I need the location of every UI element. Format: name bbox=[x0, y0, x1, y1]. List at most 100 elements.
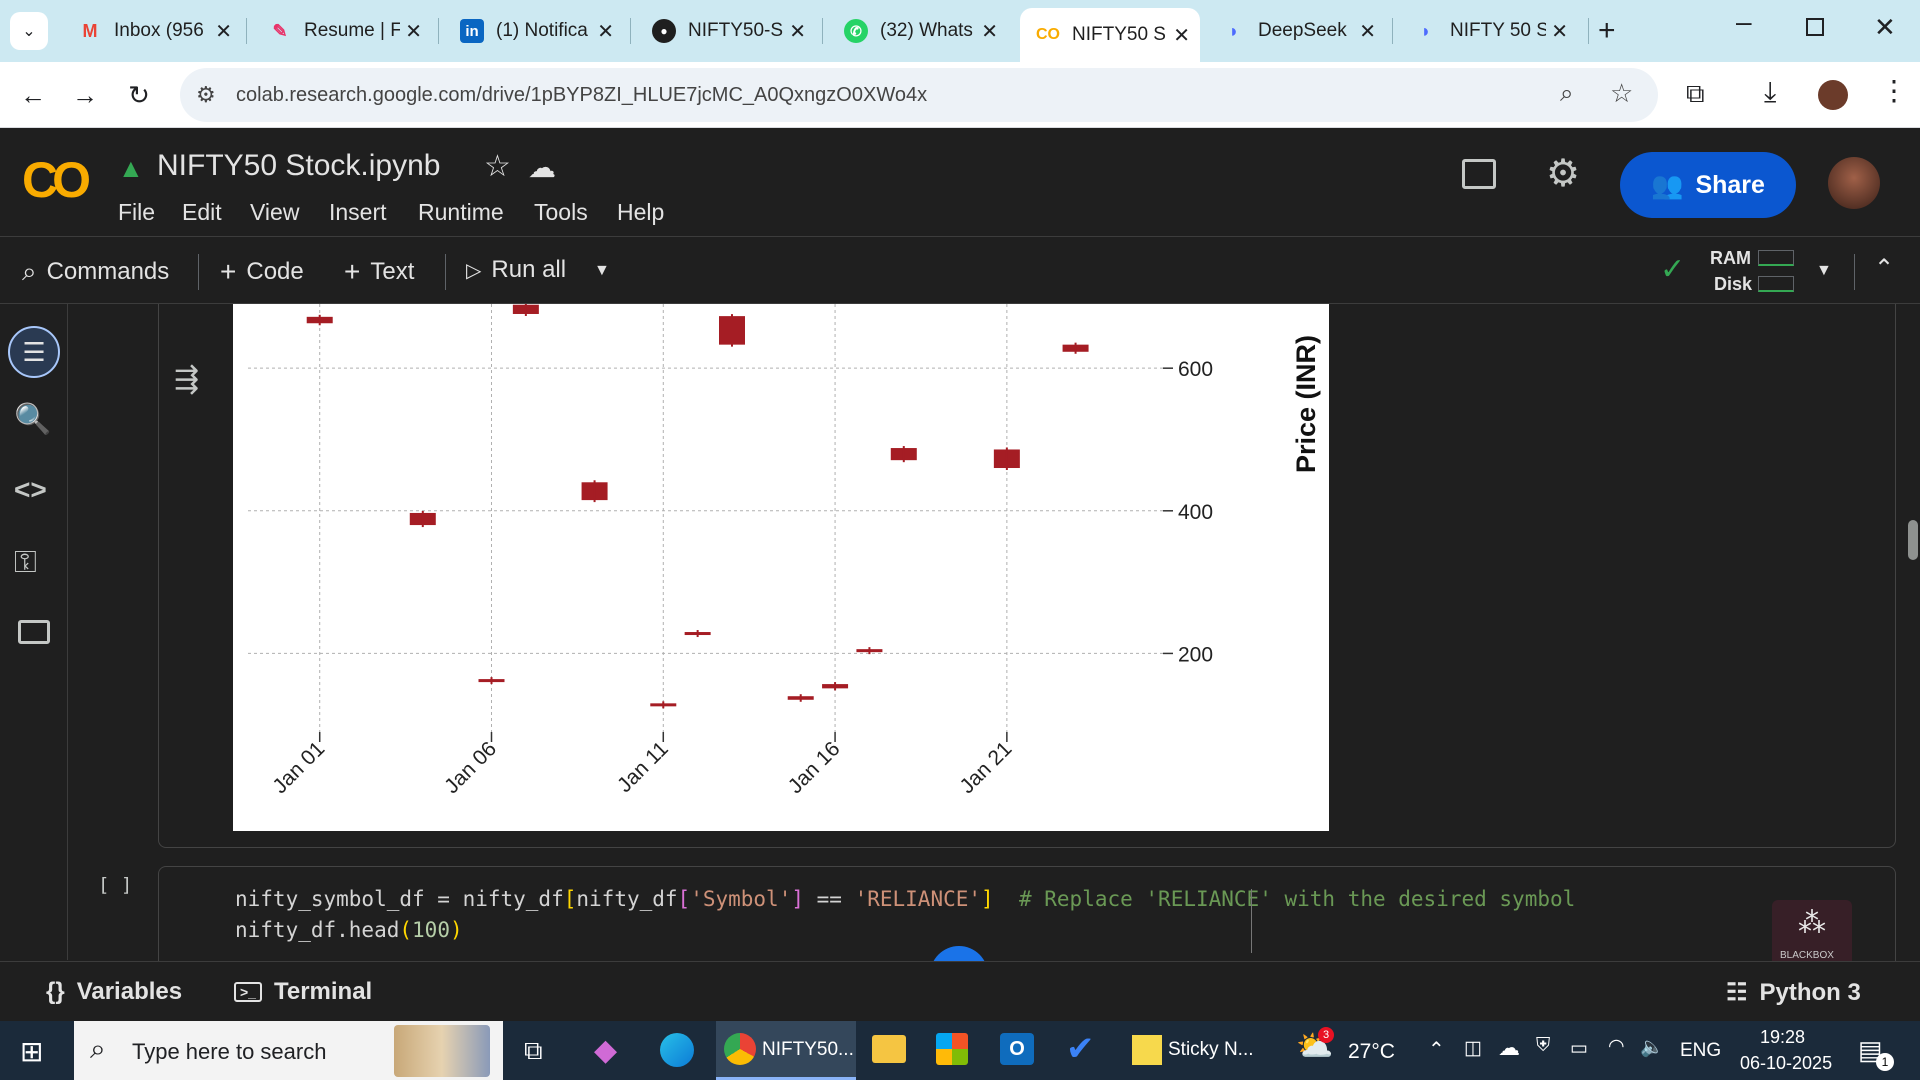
add-text-button[interactable]: + Text bbox=[344, 256, 414, 288]
output-actions-icon[interactable]: ⇶ bbox=[174, 362, 199, 397]
menu-help[interactable]: Help bbox=[617, 199, 664, 226]
menu-edit[interactable]: Edit bbox=[182, 199, 222, 226]
site-settings-icon[interactable]: ⚙ bbox=[196, 82, 216, 108]
terminal-button[interactable]: >_ Terminal bbox=[234, 978, 372, 1006]
settings-gear-icon[interactable]: ⚙ bbox=[1546, 151, 1580, 196]
close-icon[interactable]: ✕ bbox=[1551, 19, 1568, 44]
microsoft-store-icon[interactable] bbox=[936, 1033, 968, 1065]
security-icon[interactable]: ⛨ bbox=[1536, 1035, 1550, 1057]
window-close-button[interactable]: ✕ bbox=[1874, 12, 1896, 43]
code-snippets-icon[interactable]: <> bbox=[14, 474, 54, 514]
file-explorer-icon[interactable] bbox=[872, 1035, 906, 1063]
weather-temp[interactable]: 27°C bbox=[1348, 1040, 1395, 1064]
more-menu-icon[interactable]: ⋮ bbox=[1880, 74, 1908, 107]
scrollbar[interactable] bbox=[1906, 304, 1920, 961]
tab-gmail[interactable]: M Inbox (956 ✕ bbox=[62, 10, 242, 52]
taskbar-search[interactable]: ⌕ Type here to search bbox=[74, 1021, 503, 1080]
y-tick-label: 400 bbox=[1178, 501, 1213, 524]
minimize-button[interactable]: – bbox=[1736, 6, 1752, 38]
code-line-1[interactable]: nifty_symbol_df = nifty_df[nifty_df['Sym… bbox=[235, 887, 1575, 911]
menu-tools[interactable]: Tools bbox=[534, 199, 588, 226]
variables-button[interactable]: {} Variables bbox=[46, 978, 182, 1006]
menu-view[interactable]: View bbox=[250, 199, 299, 226]
close-icon[interactable]: ✕ bbox=[789, 19, 806, 44]
profile-avatar[interactable] bbox=[1818, 80, 1848, 110]
clock-time[interactable]: 19:28 bbox=[1760, 1027, 1805, 1048]
scrollbar-thumb[interactable] bbox=[1908, 520, 1918, 560]
outlook-icon[interactable]: O bbox=[1000, 1033, 1034, 1065]
runtime-status[interactable]: ☷ Python 3 bbox=[1726, 978, 1861, 1007]
show-hidden-icons[interactable]: ⌃ bbox=[1428, 1037, 1445, 1062]
user-avatar[interactable] bbox=[1828, 157, 1880, 209]
cell-exec-marker[interactable]: [ ] bbox=[98, 874, 132, 896]
task-view-icon[interactable]: ⧉ bbox=[524, 1035, 543, 1067]
forward-button[interactable]: → bbox=[66, 76, 104, 114]
blackbox-widget[interactable]: ⁂ BLACKBOX bbox=[1772, 900, 1852, 968]
notebook-title[interactable]: NIFTY50 Stock.ipynb bbox=[157, 149, 440, 183]
meet-now-icon[interactable]: ◫ bbox=[1464, 1037, 1482, 1060]
tab-nifty-deepseek[interactable]: ◗ NIFTY 50 S ✕ bbox=[1398, 10, 1578, 52]
volume-icon[interactable]: 🔈 bbox=[1640, 1035, 1664, 1059]
share-button[interactable]: 👥 Share bbox=[1620, 152, 1796, 218]
tab-deepseek[interactable]: ◗ DeepSeek ✕ bbox=[1206, 10, 1386, 52]
windows-start-icon[interactable]: ⊞ bbox=[20, 1035, 43, 1068]
battery-icon[interactable]: ▭ bbox=[1570, 1037, 1588, 1060]
tab-search-dropdown[interactable]: ⌄ bbox=[10, 12, 48, 50]
extensions-icon[interactable]: ⧉ bbox=[1686, 78, 1705, 110]
code-line-2[interactable]: nifty_df.head(100) bbox=[235, 918, 463, 942]
table-of-contents-icon[interactable]: ☰ bbox=[8, 326, 60, 378]
tab-whatsapp[interactable]: ✆ (32) Whats ✕ bbox=[828, 10, 1008, 52]
star-icon[interactable]: ☆ bbox=[484, 149, 511, 184]
menu-file[interactable]: File bbox=[118, 199, 155, 226]
taskbar-chrome-app[interactable]: NIFTY50... bbox=[716, 1021, 856, 1080]
close-icon[interactable]: ✕ bbox=[981, 19, 998, 44]
wifi-icon[interactable]: ◠ bbox=[1608, 1035, 1625, 1058]
edge-icon[interactable] bbox=[660, 1033, 694, 1067]
reload-button[interactable]: ↻ bbox=[120, 76, 158, 114]
language-indicator[interactable]: ENG bbox=[1680, 1040, 1721, 1062]
close-icon[interactable]: ✕ bbox=[1359, 19, 1376, 44]
zoom-icon[interactable]: ⌕ bbox=[1560, 80, 1573, 108]
copilot-icon[interactable]: ◆ bbox=[594, 1033, 617, 1068]
search-placeholder: Type here to search bbox=[132, 1039, 327, 1064]
close-icon[interactable]: ✕ bbox=[597, 19, 614, 44]
new-tab-button[interactable]: + bbox=[1598, 14, 1616, 48]
todo-check-icon[interactable]: ✔ bbox=[1066, 1029, 1095, 1069]
clock-date[interactable]: 06-10-2025 bbox=[1740, 1053, 1832, 1074]
menu-insert[interactable]: Insert bbox=[329, 199, 387, 226]
onedrive-icon[interactable]: ☁ bbox=[1498, 1035, 1520, 1061]
google-drive-icon: ▲ bbox=[118, 153, 144, 183]
run-all-button[interactable]: ▷ Run all bbox=[466, 256, 566, 284]
code-cell[interactable]: nifty_symbol_df = nifty_df[nifty_df['Sym… bbox=[158, 866, 1896, 962]
address-bar[interactable]: ⚙ colab.research.google.com/drive/1pBYP8… bbox=[180, 68, 1658, 122]
close-icon[interactable]: ✕ bbox=[405, 19, 422, 44]
share-label: Share bbox=[1695, 170, 1765, 199]
secrets-key-icon[interactable]: ⚿ bbox=[14, 546, 54, 586]
run-all-label: Run all bbox=[491, 256, 567, 283]
cloud-saved-icon[interactable]: ☁ bbox=[528, 151, 556, 184]
comment-icon[interactable] bbox=[1462, 159, 1496, 189]
files-folder-icon[interactable] bbox=[18, 620, 50, 644]
tab-linkedin[interactable]: in (1) Notifica ✕ bbox=[444, 10, 624, 52]
bookmark-star-icon[interactable]: ☆ bbox=[1610, 78, 1633, 109]
tab-github[interactable]: ● NIFTY50-S ✕ bbox=[636, 10, 816, 52]
chrome-label: NIFTY50... bbox=[762, 1039, 854, 1060]
back-button[interactable]: ← bbox=[14, 76, 52, 114]
add-code-button[interactable]: + Code bbox=[220, 256, 304, 288]
tab-resume[interactable]: ✎ Resume | F ✕ bbox=[252, 10, 432, 52]
tab-colab-active[interactable]: CO NIFTY50 S ✕ bbox=[1020, 8, 1200, 62]
downloads-icon[interactable]: ⤓ bbox=[1764, 76, 1776, 109]
run-options-dropdown[interactable]: ▼ bbox=[594, 262, 610, 280]
collapse-header-icon[interactable]: ⌃ bbox=[1874, 254, 1894, 283]
restore-button[interactable] bbox=[1806, 18, 1824, 36]
text-cursor bbox=[1251, 889, 1252, 953]
menu-runtime[interactable]: Runtime bbox=[418, 199, 504, 226]
close-icon[interactable]: ✕ bbox=[215, 19, 232, 44]
close-icon[interactable]: ✕ bbox=[1173, 23, 1190, 48]
commands-button[interactable]: ⌕ Commands bbox=[22, 256, 169, 288]
terminal-icon: >_ bbox=[234, 982, 262, 1002]
taskbar-sticky-notes[interactable]: Sticky N... bbox=[1124, 1021, 1254, 1080]
colab-logo[interactable]: CO bbox=[22, 151, 91, 209]
resource-dropdown[interactable]: ▼ bbox=[1816, 262, 1832, 280]
find-replace-icon[interactable]: 🔍 bbox=[14, 402, 54, 442]
